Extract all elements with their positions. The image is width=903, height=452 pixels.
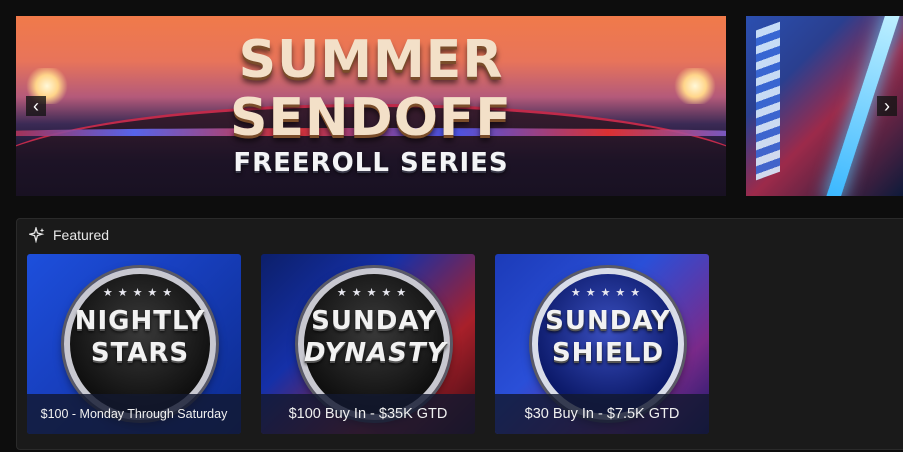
featured-card-sunday-shield[interactable]: ★★★★★ SUNDAY SHIELD $30 Buy In - $7.5K G…: [495, 254, 709, 434]
badge-line1: NIGHTLY: [74, 306, 206, 336]
carousel-next-button[interactable]: ›: [877, 96, 897, 116]
card-caption: $100 - Monday Through Saturday: [27, 394, 241, 434]
featured-title: Featured: [53, 227, 110, 243]
promo-banner-summer-sendoff[interactable]: SUMMER SENDOFF FREEROLL SERIES: [16, 16, 726, 196]
featured-card-sunday-dynasty[interactable]: ★★★★★ SUNDAY DYNASTY $100 Buy In - $35K …: [261, 254, 475, 434]
banner-subtitle: FREEROLL SERIES: [233, 148, 509, 178]
badge-line2: STARS: [90, 338, 190, 368]
featured-card-nightly-stars[interactable]: ★★★★★ NIGHTLY STARS $100 - Monday Throug…: [27, 254, 241, 434]
led-truss-graphic: [756, 21, 780, 181]
chevron-right-icon: ›: [884, 96, 890, 116]
card-caption: $100 Buy In - $35K GTD: [261, 394, 475, 434]
stars-decoration: ★★★★★: [570, 287, 646, 299]
carousel-prev-button[interactable]: ‹: [26, 96, 46, 116]
banner-title-line2: SENDOFF: [230, 88, 512, 148]
badge-line2: DYNASTY: [304, 338, 447, 368]
stars-decoration: ★★★★★: [102, 287, 178, 299]
badge-line1: SUNDAY: [311, 306, 437, 336]
featured-header: Featured: [29, 225, 109, 245]
banner-title-line1: SUMMER: [238, 30, 504, 90]
sparkle-icon: [29, 227, 45, 243]
badge-line2: SHIELD: [551, 338, 665, 368]
stars-decoration: ★★★★★: [336, 287, 412, 299]
badge-line1: SUNDAY: [545, 306, 671, 336]
chevron-left-icon: ‹: [33, 96, 39, 116]
featured-section: Featured ★★★★★ NIGHTLY STARS $100 - Mond…: [16, 218, 903, 450]
card-caption: $30 Buy In - $7.5K GTD: [495, 394, 709, 434]
